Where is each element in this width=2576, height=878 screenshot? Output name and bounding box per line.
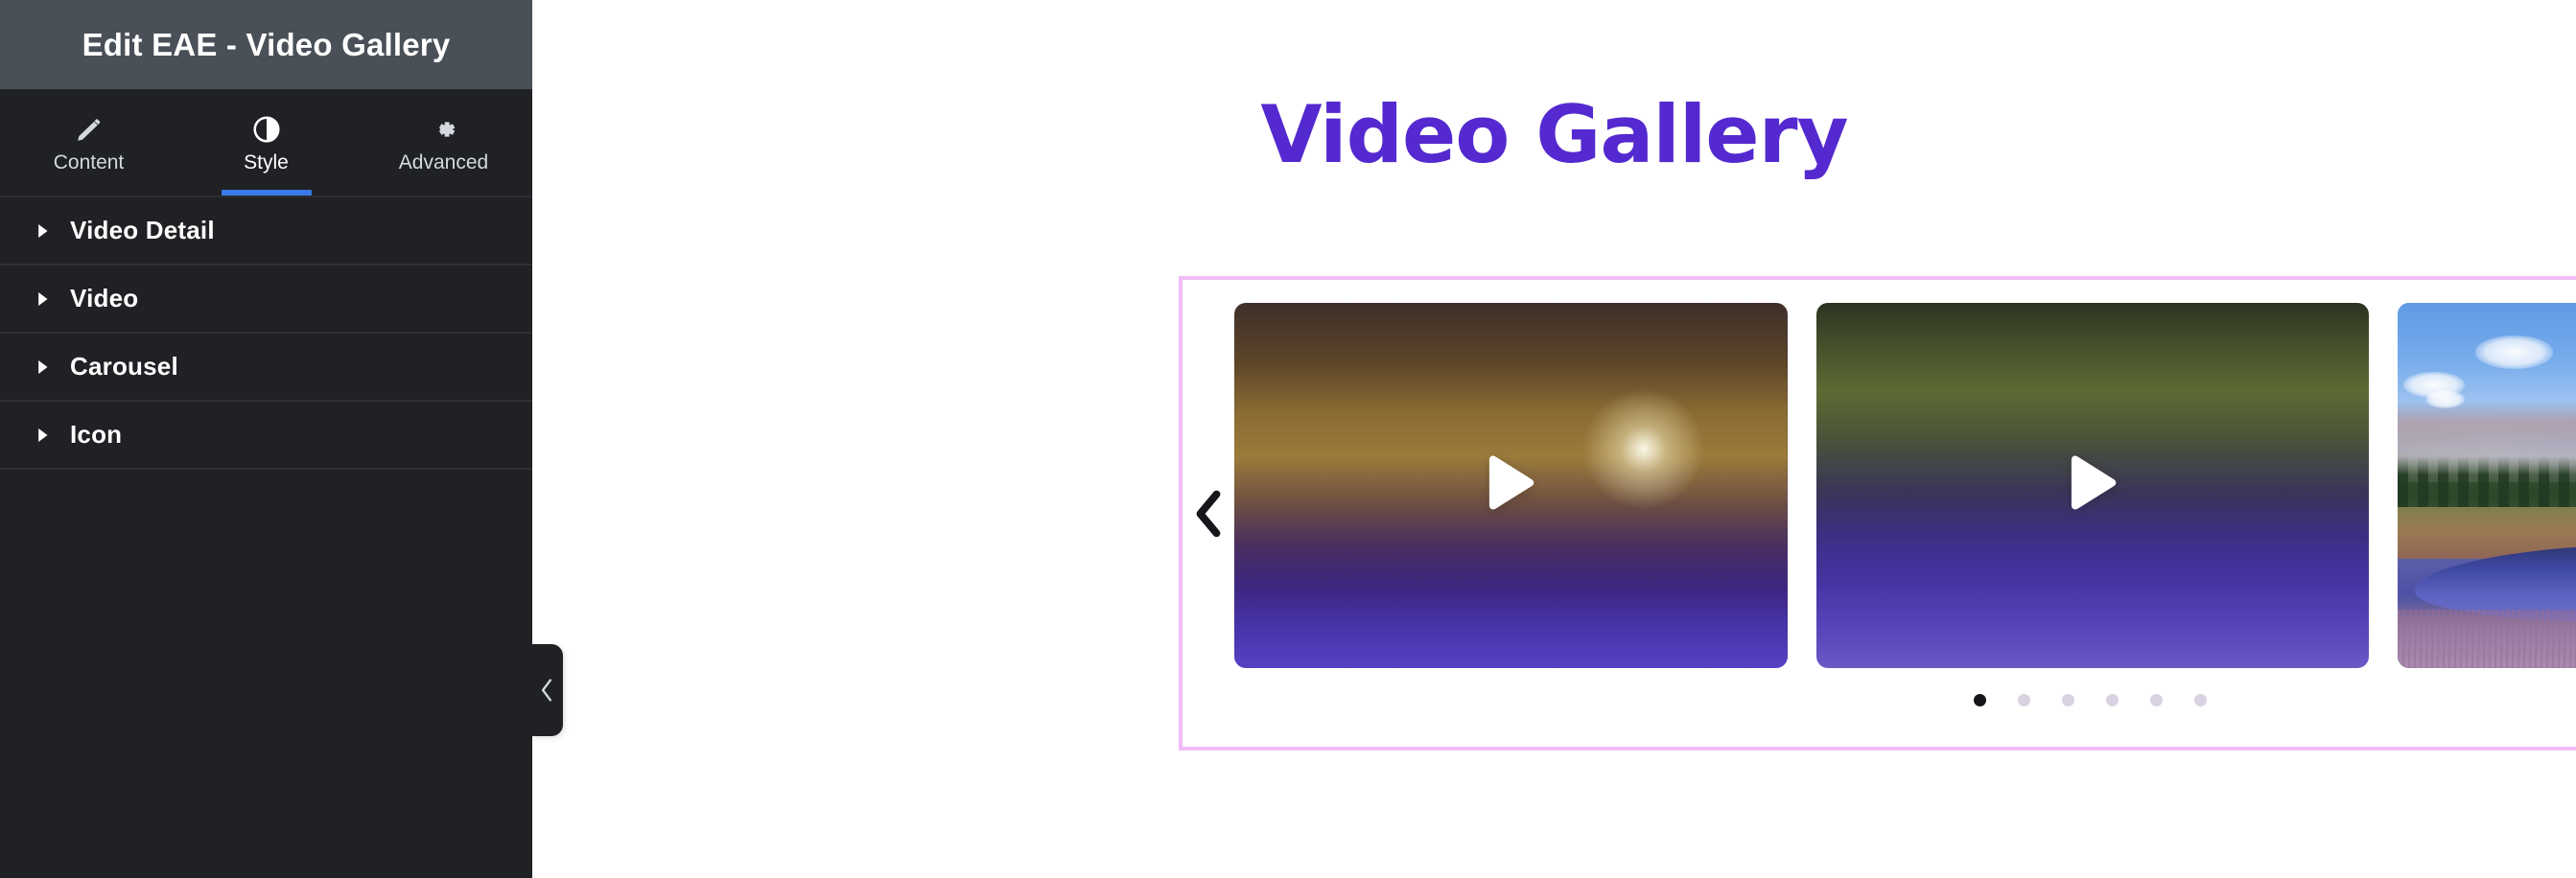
gallery-heading: Video Gallery — [1260, 88, 1848, 181]
pagination-dot[interactable] — [2193, 694, 2207, 706]
tab-style[interactable]: Style — [177, 89, 355, 196]
tab-advanced[interactable]: Advanced — [355, 89, 532, 196]
play-triangle-icon — [2063, 453, 2122, 519]
play-button[interactable] — [2051, 445, 2134, 527]
section-carousel[interactable]: Carousel — [0, 334, 532, 402]
contrast-icon — [250, 113, 283, 146]
pencil-icon — [73, 113, 105, 146]
chevron-right-icon — [36, 223, 52, 239]
carousel-slide[interactable] — [1234, 303, 1788, 668]
tab-content[interactable]: Content — [0, 89, 177, 196]
page-title: Edit EAE - Video Gallery — [82, 26, 451, 62]
tab-label: Content — [53, 150, 125, 173]
pagination-dot[interactable] — [2017, 694, 2030, 706]
preview-canvas: Video Gallery — [532, 0, 2576, 878]
play-triangle-icon — [1481, 453, 1540, 519]
chevron-right-icon — [36, 427, 52, 443]
carousel-pagination — [1183, 694, 2576, 706]
chevron-left-icon — [538, 678, 555, 703]
carousel-slide[interactable] — [2398, 303, 2576, 668]
pagination-dot[interactable] — [2149, 694, 2163, 706]
pagination-dot[interactable] — [2061, 694, 2074, 706]
panel-header: Edit EAE - Video Gallery — [0, 0, 532, 89]
play-button[interactable] — [1469, 445, 1552, 527]
video-carousel — [1183, 280, 2576, 747]
chevron-left-icon — [1192, 489, 1225, 539]
carousel-slides — [1234, 303, 2576, 668]
tab-label: Advanced — [398, 150, 489, 173]
pagination-dot[interactable] — [1973, 694, 1986, 706]
tab-label: Style — [244, 150, 289, 173]
video-gallery-widget[interactable] — [1179, 276, 2576, 751]
section-video-detail[interactable]: Video Detail — [0, 197, 532, 266]
carousel-prev-button[interactable] — [1177, 280, 1240, 747]
style-sections: Video Detail Video Carousel Icon — [0, 197, 532, 470]
panel-collapse-handle[interactable] — [530, 644, 563, 736]
section-icon[interactable]: Icon — [0, 402, 532, 470]
thumbnail-overlay — [2398, 303, 2576, 668]
section-label: Icon — [70, 420, 123, 449]
elementor-editor: Edit EAE - Video Gallery Content Style A… — [0, 0, 2576, 878]
gear-icon — [428, 113, 460, 146]
chevron-right-icon — [36, 291, 52, 307]
pagination-dot[interactable] — [2105, 694, 2119, 706]
section-label: Carousel — [70, 352, 178, 381]
editor-panel: Edit EAE - Video Gallery Content Style A… — [0, 0, 563, 878]
section-video[interactable]: Video — [0, 266, 532, 334]
section-label: Video — [70, 284, 139, 312]
section-label: Video Detail — [70, 216, 215, 244]
carousel-slide[interactable] — [1815, 303, 2370, 668]
panel-tabs: Content Style Advanced — [0, 89, 532, 197]
chevron-right-icon — [36, 359, 52, 375]
